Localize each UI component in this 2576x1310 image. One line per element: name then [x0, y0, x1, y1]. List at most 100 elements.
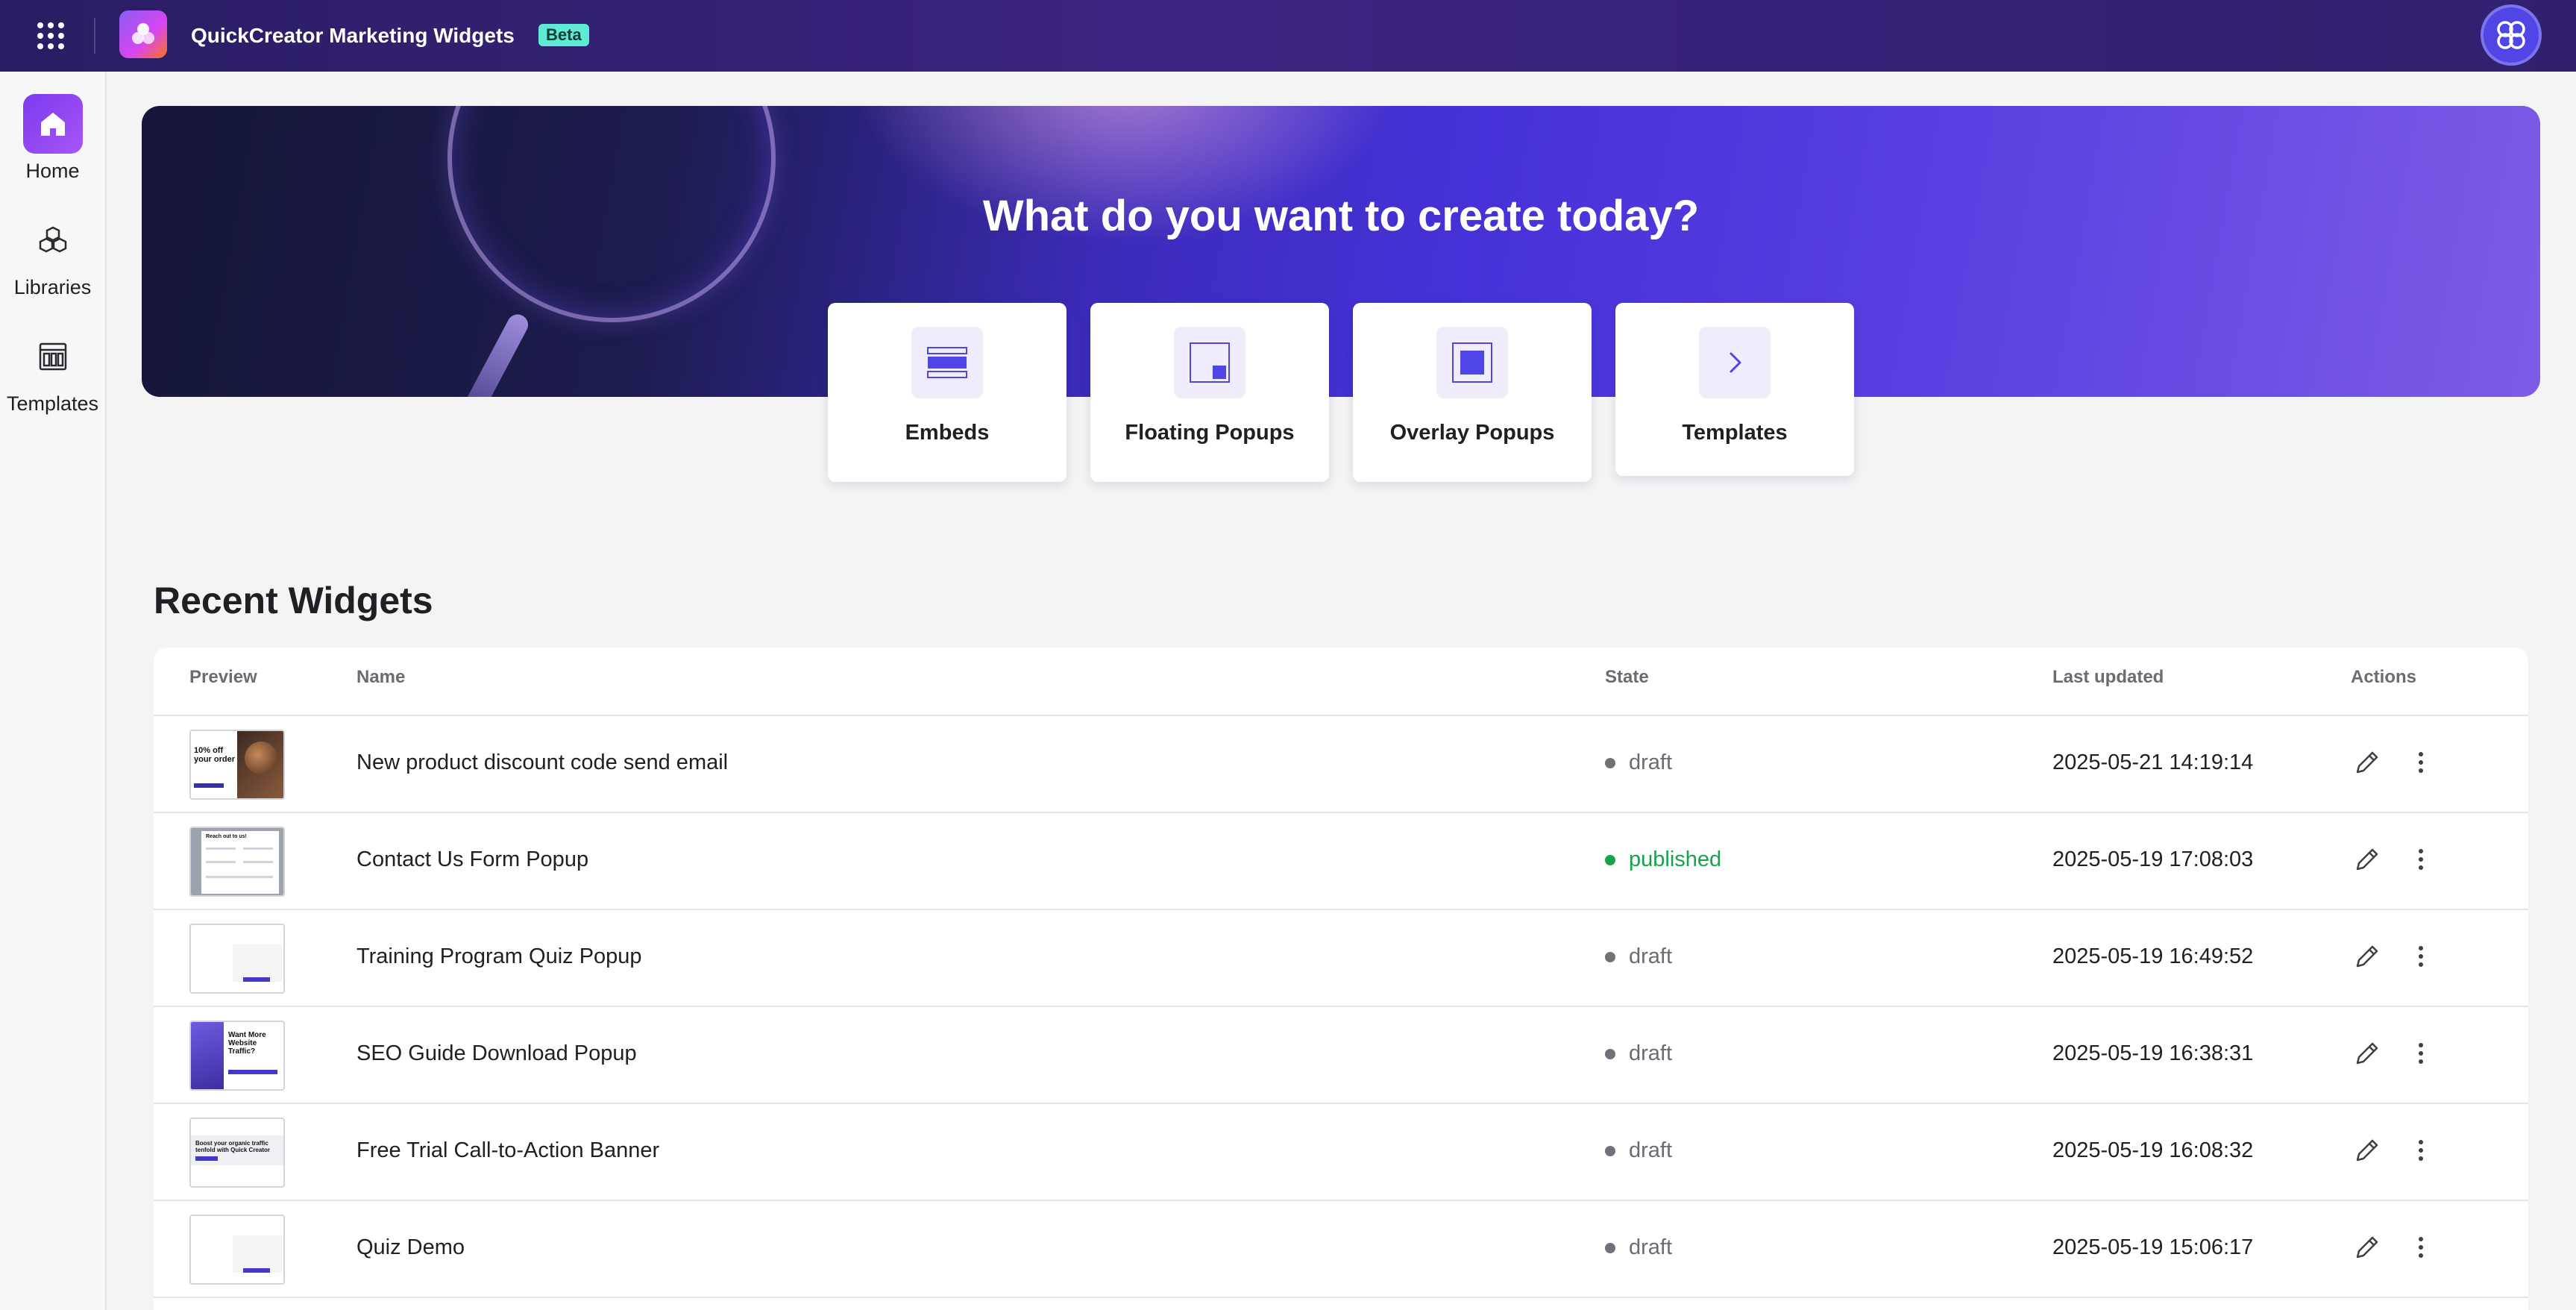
column-header-preview: Preview — [189, 667, 257, 687]
widget-preview-thumbnail[interactable]: 10% off your order — [189, 730, 285, 800]
more-options-icon[interactable] — [2406, 745, 2436, 780]
user-avatar[interactable] — [2481, 4, 2542, 66]
widget-name[interactable]: Contact Us Form Popup — [356, 847, 588, 872]
thumbnail-decoration — [228, 1070, 277, 1074]
state-label: draft — [1629, 1041, 1673, 1065]
last-updated: 2025-05-19 17:08:03 — [2052, 847, 2254, 871]
widget-preview-thumbnail[interactable]: Reach out to us! — [189, 827, 285, 897]
sidebar-item-home[interactable]: Home — [0, 94, 105, 191]
table-row[interactable]: Quiz Demo draft 2025-05-19 15:06:17 — [154, 1201, 2528, 1298]
thumbnail-decoration — [243, 847, 273, 850]
chevron-right-icon — [1699, 327, 1771, 398]
table-row[interactable]: Training Program Quiz Popup draft 2025-0… — [154, 910, 2528, 1007]
beta-badge: Beta — [538, 24, 589, 46]
thumbnail-decoration — [233, 944, 282, 982]
state-dot-icon — [1605, 1242, 1615, 1253]
thumbnail-decoration — [206, 847, 236, 850]
create-card-templates[interactable]: Templates — [1615, 303, 1854, 476]
create-card-overlay-popups[interactable]: Overlay Popups — [1353, 303, 1592, 482]
app-launcher-grid-icon[interactable] — [34, 19, 67, 52]
create-card-floating-popups[interactable]: Floating Popups — [1090, 303, 1329, 482]
sidebar-item-templates[interactable]: Templates — [0, 327, 105, 424]
libraries-icon — [23, 210, 83, 270]
state-dot-icon — [1605, 854, 1615, 865]
home-icon — [22, 94, 83, 154]
sidebar: Home Libraries Templates — [0, 72, 107, 1310]
topbar-divider — [94, 18, 95, 54]
thumbnail-decoration — [191, 1022, 224, 1089]
column-header-name: Name — [356, 667, 406, 687]
state-dot-icon — [1605, 951, 1615, 962]
table-row[interactable]: Want More Website Traffic? SEO Guide Dow… — [154, 1007, 2528, 1104]
thumbnail-decoration: Reach out to us! — [201, 831, 279, 894]
widget-state: draft — [1605, 750, 1672, 775]
thumbnail-text: 10% off your order — [194, 746, 236, 764]
recent-widgets-title: Recent Widgets — [154, 580, 433, 621]
thumbnail-text: Boost your organic traffic tenfold with … — [195, 1140, 271, 1153]
thumbnail-decoration — [245, 742, 277, 774]
last-updated: 2025-05-19 15:06:17 — [2052, 1235, 2254, 1259]
widget-name[interactable]: New product discount code send email — [356, 750, 728, 775]
widget-preview-thumbnail[interactable] — [189, 924, 285, 994]
thumbnail-decoration — [243, 977, 270, 982]
widget-state: draft — [1605, 1235, 1672, 1260]
hero-title: What do you want to create today? — [982, 192, 1700, 240]
more-options-icon[interactable] — [2406, 938, 2436, 974]
widget-preview-thumbnail[interactable] — [189, 1215, 285, 1285]
table-row[interactable]: 10% off your order New product discount … — [154, 716, 2528, 813]
last-updated: 2025-05-21 14:19:14 — [2052, 750, 2254, 774]
state-label: draft — [1629, 1235, 1673, 1259]
edit-pencil-icon[interactable] — [2349, 1035, 2385, 1071]
widget-name[interactable]: Free Trial Call-to-Action Banner — [356, 1138, 659, 1163]
more-options-icon[interactable] — [2406, 1229, 2436, 1265]
column-header-last-updated: Last updated — [2052, 667, 2164, 687]
edit-pencil-icon[interactable] — [2349, 1132, 2385, 1168]
sidebar-item-label: Templates — [6, 392, 99, 415]
edit-pencil-icon[interactable] — [2349, 1229, 2385, 1265]
embed-icon — [911, 327, 983, 398]
top-bar: QuickCreator Marketing Widgets Beta — [0, 0, 2576, 72]
column-header-state: State — [1605, 667, 1649, 687]
widget-state: draft — [1605, 1041, 1672, 1066]
last-updated: 2025-05-19 16:49:52 — [2052, 944, 2254, 968]
edit-pencil-icon[interactable] — [2349, 842, 2385, 877]
widget-name[interactable]: Quiz Demo — [356, 1235, 465, 1260]
thumbnail-decoration — [206, 861, 236, 863]
sidebar-item-libraries[interactable]: Libraries — [0, 210, 105, 307]
widget-name[interactable]: SEO Guide Download Popup — [356, 1041, 637, 1066]
widget-preview-thumbnail[interactable]: Boost your organic traffic tenfold with … — [189, 1118, 285, 1188]
sidebar-item-label: Libraries — [13, 276, 92, 298]
thumbnail-decoration — [243, 861, 273, 863]
more-options-icon[interactable] — [2406, 1132, 2436, 1168]
create-card-label: Templates — [1682, 421, 1788, 445]
state-dot-icon — [1605, 1048, 1615, 1059]
thumbnail-decoration — [206, 876, 273, 878]
table-row[interactable]: Reach out to us! Contact Us Form Popup p… — [154, 813, 2528, 910]
table-row[interactable]: Boost your organic traffic tenfold with … — [154, 1104, 2528, 1201]
state-dot-icon — [1605, 757, 1615, 768]
edit-pencil-icon[interactable] — [2349, 745, 2385, 780]
state-dot-icon — [1605, 1145, 1615, 1156]
state-label: draft — [1629, 944, 1673, 968]
create-card-embeds[interactable]: Embeds — [828, 303, 1066, 482]
widget-state: draft — [1605, 1138, 1672, 1163]
app-title: QuickCreator Marketing Widgets — [191, 24, 515, 47]
widget-preview-thumbnail[interactable]: Want More Website Traffic? — [189, 1021, 285, 1091]
thumbnail-decoration — [195, 1156, 218, 1161]
hero-decoration — [447, 310, 532, 397]
table-header: Preview Name State Last updated Actions — [154, 648, 2528, 716]
templates-icon — [23, 327, 83, 386]
thumbnail-text: Want More Website Traffic? — [228, 1031, 266, 1056]
app-logo-icon[interactable] — [119, 10, 167, 58]
widget-name[interactable]: Training Program Quiz Popup — [356, 944, 642, 969]
floating-popup-icon — [1174, 327, 1245, 398]
state-label: draft — [1629, 750, 1673, 774]
thumbnail-decoration — [233, 1235, 282, 1273]
create-card-label: Embeds — [905, 421, 990, 445]
overlay-popup-icon — [1436, 327, 1508, 398]
thumbnail-decoration — [243, 1268, 270, 1273]
more-options-icon[interactable] — [2406, 1035, 2436, 1071]
more-options-icon[interactable] — [2406, 842, 2436, 877]
sidebar-item-label: Home — [25, 160, 80, 182]
edit-pencil-icon[interactable] — [2349, 938, 2385, 974]
